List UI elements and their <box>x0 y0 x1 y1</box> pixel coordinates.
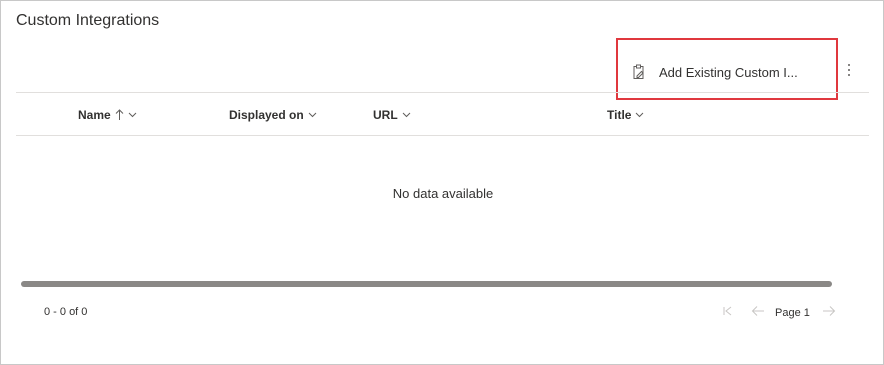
column-header-title[interactable]: Title <box>607 105 644 125</box>
section-title: Custom Integrations <box>16 12 160 29</box>
chevron-down-icon <box>402 112 411 118</box>
next-page-button[interactable] <box>820 304 838 322</box>
pagination: Page 1 <box>719 304 838 322</box>
page-label: Page 1 <box>775 307 810 319</box>
column-header-displayed-on[interactable]: Displayed on <box>229 105 317 125</box>
column-header-url[interactable]: URL <box>373 105 411 125</box>
first-page-icon <box>722 304 734 322</box>
grid-header-divider <box>16 135 869 136</box>
column-header-label: Name <box>78 108 111 122</box>
add-existing-custom-integration-button[interactable]: Add Existing Custom I... <box>631 59 798 85</box>
grid-top-divider <box>16 92 869 93</box>
column-header-label: Displayed on <box>229 108 304 122</box>
first-page-button[interactable] <box>719 304 737 322</box>
clipboard-edit-icon <box>631 64 647 80</box>
horizontal-scrollbar[interactable] <box>21 281 832 287</box>
add-existing-label: Add Existing Custom I... <box>659 64 798 80</box>
previous-page-button[interactable] <box>749 304 767 322</box>
previous-page-icon <box>751 304 765 322</box>
column-header-name[interactable]: Name <box>78 105 137 125</box>
more-options-button[interactable] <box>841 59 857 85</box>
chevron-down-icon <box>635 112 644 118</box>
record-count: 0 - 0 of 0 <box>44 306 88 318</box>
more-vertical-icon <box>847 63 851 82</box>
custom-integrations-panel: Custom Integrations Add Existing Custom … <box>0 0 884 365</box>
chevron-down-icon <box>308 112 317 118</box>
empty-state-message: No data available <box>392 186 494 201</box>
column-header-label: URL <box>373 108 398 122</box>
next-page-icon <box>822 304 836 322</box>
sort-up-arrow-icon <box>115 109 124 121</box>
chevron-down-icon <box>128 112 137 118</box>
column-header-label: Title <box>607 108 632 122</box>
